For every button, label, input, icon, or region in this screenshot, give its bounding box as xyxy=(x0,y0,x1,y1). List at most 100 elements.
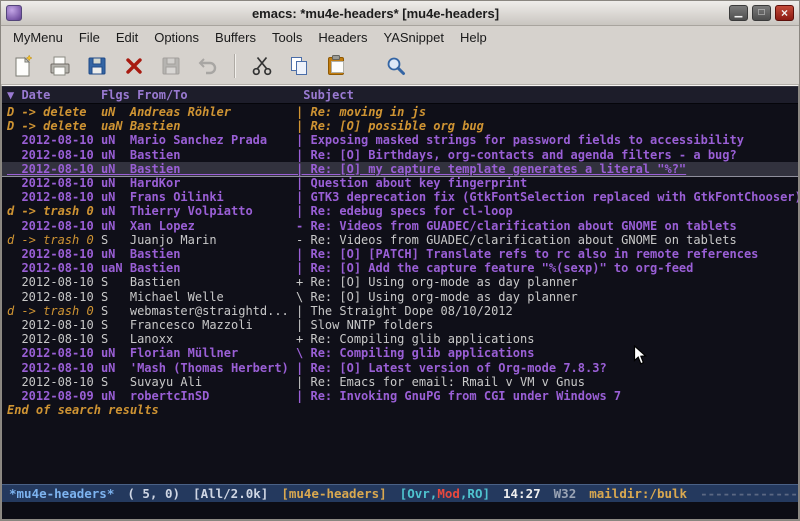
message-row[interactable]: D -> delete uN Andreas Röhler | Re: movi… xyxy=(2,105,798,119)
message-row[interactable]: 2012-08-10 uN Florian Müllner \ Re: Comp… xyxy=(2,346,798,360)
message-row[interactable]: 2012-08-10 uN 'Mash (Thomas Herbert) | R… xyxy=(2,361,798,375)
copy-icon[interactable] xyxy=(285,52,313,80)
thread-indicator: | xyxy=(296,148,310,162)
thread-indicator: | xyxy=(296,318,310,332)
from-column: Xan Lopez xyxy=(130,219,296,233)
date-column: 2012-08-10 xyxy=(21,346,100,360)
thread-indicator: | xyxy=(296,133,310,147)
open-file-icon[interactable] xyxy=(46,52,74,80)
message-row[interactable]: 2012-08-10 uN Bastien | Re: [O] my captu… xyxy=(2,162,798,176)
message-row[interactable]: 2012-08-10 uN Mario Sanchez Prada | Expo… xyxy=(2,133,798,147)
thread-indicator: \ xyxy=(296,290,310,304)
menu-item-yasnippet[interactable]: YASnippet xyxy=(375,28,451,47)
echo-area[interactable] xyxy=(2,502,798,519)
flags-column: S xyxy=(101,318,130,332)
subject-column: Re: [O] Using org-mode as day planner xyxy=(310,275,577,289)
column-header-from[interactable]: From/To xyxy=(137,88,303,102)
modeline-size: [All/2.0k] xyxy=(193,486,268,501)
date-column: 2012-08-09 xyxy=(21,389,100,403)
search-icon[interactable] xyxy=(382,52,410,80)
menu-item-buffers[interactable]: Buffers xyxy=(207,28,264,47)
date-column: -> delete xyxy=(21,105,100,119)
menu-item-edit[interactable]: Edit xyxy=(108,28,146,47)
date-column: -> delete xyxy=(21,119,100,133)
save-icon[interactable] xyxy=(83,52,111,80)
date-column: 2012-08-10 xyxy=(21,190,100,204)
message-row[interactable]: 2012-08-10 S Suvayu Ali | Re: Emacs for … xyxy=(2,375,798,389)
message-row[interactable]: d -> trash 0 uN Thierry Volpiatto | Re: … xyxy=(2,204,798,218)
thread-indicator: + xyxy=(296,332,310,346)
modeline-buffer-name: *mu4e-headers* xyxy=(9,486,114,501)
modeline-maildir: maildir:/bulk xyxy=(589,486,687,501)
cut-icon[interactable] xyxy=(248,52,276,80)
date-column: 2012-08-10 xyxy=(21,361,100,375)
column-header-subject[interactable]: Subject xyxy=(303,88,354,102)
from-column: Bastien xyxy=(130,119,296,133)
subject-column: Re: [O] Latest version of Org-mode 7.8.3… xyxy=(310,361,606,375)
message-row[interactable]: 2012-08-10 uN Xan Lopez - Re: Videos fro… xyxy=(2,219,798,233)
thread-indicator: \ xyxy=(296,346,310,360)
flags-column: S xyxy=(101,275,130,289)
menu-item-mymenu[interactable]: MyMenu xyxy=(5,28,71,47)
column-header-date[interactable]: Date xyxy=(21,88,100,102)
column-header-flags[interactable]: Flgs xyxy=(101,88,137,102)
date-column: -> trash 0 xyxy=(21,304,100,318)
message-row[interactable]: 2012-08-10 S Francesco Mazzoli | Slow NN… xyxy=(2,318,798,332)
message-row[interactable]: 2012-08-10 uN Bastien | Re: [O] [PATCH] … xyxy=(2,247,798,261)
menu-item-file[interactable]: File xyxy=(71,28,108,47)
message-row[interactable]: 2012-08-10 uaN Bastien | Re: [O] Add the… xyxy=(2,261,798,275)
flags-column: uN xyxy=(101,204,130,218)
flags-column: uN xyxy=(101,105,130,119)
paste-icon[interactable] xyxy=(322,52,350,80)
menu-item-options[interactable]: Options xyxy=(146,28,207,47)
flags-column: S xyxy=(101,233,130,247)
message-row[interactable]: D -> delete uaN Bastien | Re: [O] possib… xyxy=(2,119,798,133)
message-row[interactable]: 2012-08-10 uN Frans Oilinki | GTK3 depre… xyxy=(2,190,798,204)
mark-column xyxy=(7,162,21,176)
menu-item-tools[interactable]: Tools xyxy=(264,28,310,47)
date-column: 2012-08-10 xyxy=(21,318,100,332)
maximize-button[interactable]: □ xyxy=(752,5,771,21)
mark-column xyxy=(7,361,21,375)
subject-column: Re: [O] possible org bug xyxy=(310,119,483,133)
date-column: 2012-08-10 xyxy=(21,162,100,176)
mark-column xyxy=(7,346,21,360)
message-row[interactable]: 2012-08-10 S Michael Welle \ Re: [O] Usi… xyxy=(2,290,798,304)
kill-buffer-icon[interactable] xyxy=(120,52,148,80)
flags-column: S xyxy=(101,332,130,346)
mark-column xyxy=(7,148,21,162)
menu-bar: MyMenuFileEditOptionsBuffersToolsHeaders… xyxy=(1,26,799,48)
message-row[interactable]: 2012-08-09 uN robertcInSD | Re: Invoking… xyxy=(2,389,798,403)
title-bar: emacs: *mu4e-headers* [mu4e-headers] ▁ □… xyxy=(1,1,799,26)
minimize-button[interactable]: ▁ xyxy=(729,5,748,21)
message-row[interactable]: 2012-08-10 uN Bastien | Re: [O] Birthday… xyxy=(2,148,798,162)
from-column: Florian Müllner xyxy=(130,346,296,360)
thread-indicator: | xyxy=(296,176,310,190)
message-row[interactable]: 2012-08-10 uN HardKor | Question about k… xyxy=(2,176,798,190)
close-button[interactable]: × xyxy=(775,5,794,21)
message-row[interactable]: 2012-08-10 S Lanoxx + Re: Compiling glib… xyxy=(2,332,798,346)
flags-column: uN xyxy=(101,176,130,190)
save-as-icon[interactable] xyxy=(157,52,185,80)
mode-line: *mu4e-headers* ( 5, 0) [All/2.0k] [mu4e-… xyxy=(2,484,798,502)
flags-column: uN xyxy=(101,190,130,204)
flags-column: S xyxy=(101,304,130,318)
subject-column: Re: edebug specs for cl-loop xyxy=(310,204,512,218)
mark-column xyxy=(7,247,21,261)
date-column: 2012-08-10 xyxy=(21,247,100,261)
message-row[interactable]: d -> trash 0 S Juanjo Marin - Re: Videos… xyxy=(2,233,798,247)
emacs-app-icon xyxy=(6,5,22,21)
mark-column: d xyxy=(7,233,21,247)
mark-column xyxy=(7,275,21,289)
from-column: 'Mash (Thomas Herbert) xyxy=(130,361,296,375)
message-row[interactable]: d -> trash 0 S webmaster@straightd... | … xyxy=(2,304,798,318)
new-file-icon[interactable] xyxy=(9,52,37,80)
message-row[interactable]: 2012-08-10 S Bastien + Re: [O] Using org… xyxy=(2,275,798,289)
menu-item-help[interactable]: Help xyxy=(452,28,495,47)
undo-icon[interactable] xyxy=(194,52,222,80)
modeline-major-mode: [mu4e-headers] xyxy=(281,486,386,501)
date-column: -> trash 0 xyxy=(21,233,100,247)
menu-item-headers[interactable]: Headers xyxy=(310,28,375,47)
subject-column: The Straight Dope 08/10/2012 xyxy=(310,304,512,318)
date-column: 2012-08-10 xyxy=(21,219,100,233)
